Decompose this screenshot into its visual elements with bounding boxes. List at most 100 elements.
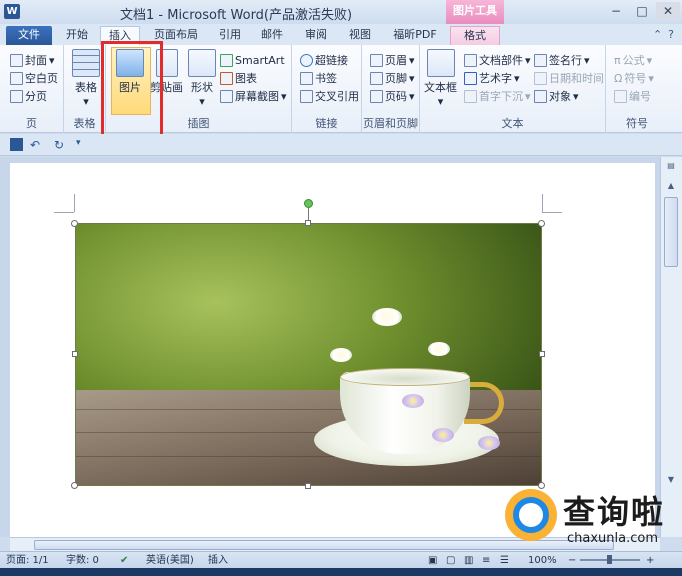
- group-tables: 表格 ▾ 表格: [64, 45, 106, 133]
- watermark-text: 查询啦: [563, 493, 666, 531]
- quick-access-toolbar: ↶ ↻ ▾: [0, 134, 682, 156]
- tab-review[interactable]: 审阅: [298, 26, 334, 45]
- zoom-level[interactable]: 100%: [528, 553, 557, 568]
- omega-icon: Ω: [614, 71, 623, 85]
- rotate-handle[interactable]: [304, 199, 313, 208]
- vertical-scrollbar[interactable]: ▤ ▲ ▼: [660, 157, 682, 537]
- picture-button[interactable]: 图片: [116, 49, 144, 95]
- resize-handle-right[interactable]: [539, 351, 545, 357]
- wordart-icon: [464, 71, 477, 85]
- blank-page-button[interactable]: 空白页: [10, 69, 58, 87]
- cross-reference-button[interactable]: 交叉引用: [300, 87, 359, 105]
- textbox-button[interactable]: 文本框 ▾: [424, 49, 457, 108]
- smartart-button[interactable]: SmartArt: [220, 51, 285, 69]
- inserted-picture[interactable]: [75, 223, 542, 486]
- redo-icon[interactable]: ↻: [54, 138, 67, 152]
- picture-icon: [116, 49, 144, 77]
- group-label-tables: 表格: [73, 117, 96, 130]
- shapes-icon: [188, 49, 216, 77]
- hyperlink-button[interactable]: 超链接: [300, 51, 348, 69]
- page-break-button[interactable]: 分页: [10, 87, 47, 105]
- insert-mode[interactable]: 插入: [208, 553, 228, 568]
- site-watermark: 查询啦 chaxunla.com: [505, 483, 677, 553]
- word-count[interactable]: 字数: 0: [66, 553, 99, 568]
- date-time-button[interactable]: 日期和时间: [534, 69, 604, 87]
- close-button[interactable]: ✕: [656, 2, 680, 20]
- undo-icon[interactable]: ↶: [30, 138, 43, 152]
- drop-cap-button[interactable]: 首字下沉 ▾: [464, 87, 531, 105]
- tab-foxit-pdf[interactable]: 福昕PDF: [386, 26, 444, 45]
- full-screen-reading-icon[interactable]: ▢: [446, 553, 455, 568]
- page-break-icon: [10, 89, 23, 103]
- window-controls: − □ ✕: [604, 2, 680, 20]
- blank-page-icon: [10, 71, 23, 85]
- customize-qat-icon[interactable]: ▾: [76, 138, 89, 151]
- pi-icon: π: [614, 53, 621, 67]
- vertical-scroll-thumb[interactable]: [664, 197, 678, 267]
- tab-home[interactable]: 开始: [60, 26, 94, 45]
- watermark-url: chaxunla.com: [567, 531, 658, 546]
- object-button[interactable]: 对象 ▾: [534, 87, 579, 105]
- picture-flower: [432, 428, 454, 442]
- picture-flower: [478, 436, 500, 450]
- tab-references[interactable]: 引用: [212, 26, 248, 45]
- shapes-button[interactable]: 形状 ▾: [188, 49, 216, 108]
- group-header-footer: 页眉 ▾ 页脚 ▾ 页码 ▾ 页眉和页脚: [362, 45, 420, 133]
- symbol-button[interactable]: Ω 符号 ▾: [614, 69, 654, 87]
- resize-handle-bottom-left[interactable]: [71, 482, 78, 489]
- date-time-icon: [534, 71, 547, 85]
- draft-icon[interactable]: ☰: [500, 553, 509, 568]
- tab-mailings[interactable]: 邮件: [254, 26, 290, 45]
- header-button[interactable]: 页眉 ▾: [370, 51, 415, 69]
- resize-handle-top[interactable]: [305, 220, 311, 226]
- wordart-button[interactable]: 艺术字 ▾: [464, 69, 520, 87]
- page-number-button[interactable]: 页码 ▾: [370, 87, 415, 105]
- scroll-up-icon[interactable]: ▲: [665, 181, 677, 193]
- resize-handle-bottom[interactable]: [305, 483, 311, 489]
- web-layout-icon[interactable]: ▥: [464, 553, 473, 568]
- collapse-ribbon-icon[interactable]: ⌃: [653, 28, 662, 41]
- equation-button[interactable]: π 公式 ▾: [614, 51, 652, 69]
- watermark-logo-inner: [513, 497, 549, 533]
- word-app-icon[interactable]: W: [4, 4, 20, 19]
- table-button[interactable]: 表格 ▾: [72, 49, 100, 108]
- numbering-button[interactable]: 编号: [614, 87, 651, 105]
- picture-cup-handle: [464, 382, 504, 424]
- smartart-icon: [220, 53, 233, 67]
- maximize-button[interactable]: □: [630, 2, 654, 20]
- tab-view[interactable]: 视图: [342, 26, 378, 45]
- ruler-toggle-icon[interactable]: ▤: [665, 161, 677, 173]
- bookmark-button[interactable]: 书签: [300, 69, 337, 87]
- cover-page-button[interactable]: 封面 ▾: [10, 51, 55, 69]
- zoom-out-icon[interactable]: −: [568, 553, 576, 568]
- tab-format[interactable]: 格式: [450, 26, 500, 45]
- zoom-in-icon[interactable]: +: [646, 553, 654, 568]
- numbering-icon: [614, 89, 627, 103]
- picture-cup-rim: [340, 368, 470, 386]
- quick-parts-button[interactable]: 文档部件 ▾: [464, 51, 531, 69]
- help-icon[interactable]: ?: [668, 28, 674, 41]
- page-count[interactable]: 页面: 1/1: [6, 553, 49, 568]
- tab-file[interactable]: 文件: [6, 26, 52, 45]
- ribbon-right-icons: ⌃ ?: [653, 28, 674, 41]
- group-label-pages: 页: [26, 117, 37, 130]
- resize-handle-top-left[interactable]: [71, 220, 78, 227]
- drop-cap-icon: [464, 89, 477, 103]
- signature-line-button[interactable]: 签名行 ▾: [534, 51, 590, 69]
- resize-handle-left[interactable]: [72, 351, 78, 357]
- proofing-icon[interactable]: ✔: [120, 553, 128, 568]
- screenshot-button[interactable]: 屏幕截图 ▾: [220, 87, 287, 105]
- minimize-button[interactable]: −: [604, 2, 628, 20]
- resize-handle-top-right[interactable]: [538, 220, 545, 227]
- outline-icon[interactable]: ≡: [482, 553, 490, 568]
- footer-button[interactable]: 页脚 ▾: [370, 69, 415, 87]
- save-icon[interactable]: [10, 138, 23, 151]
- language-indicator[interactable]: 英语(美国): [146, 553, 194, 568]
- hyperlink-icon: [300, 53, 313, 67]
- chart-button[interactable]: 图表: [220, 69, 257, 87]
- zoom-slider-thumb[interactable]: [607, 555, 612, 564]
- picture-flower: [330, 348, 352, 362]
- print-layout-icon[interactable]: ▣: [428, 553, 437, 568]
- picture-tools-context-label: 图片工具: [446, 0, 504, 24]
- crop-mark: [542, 194, 543, 212]
